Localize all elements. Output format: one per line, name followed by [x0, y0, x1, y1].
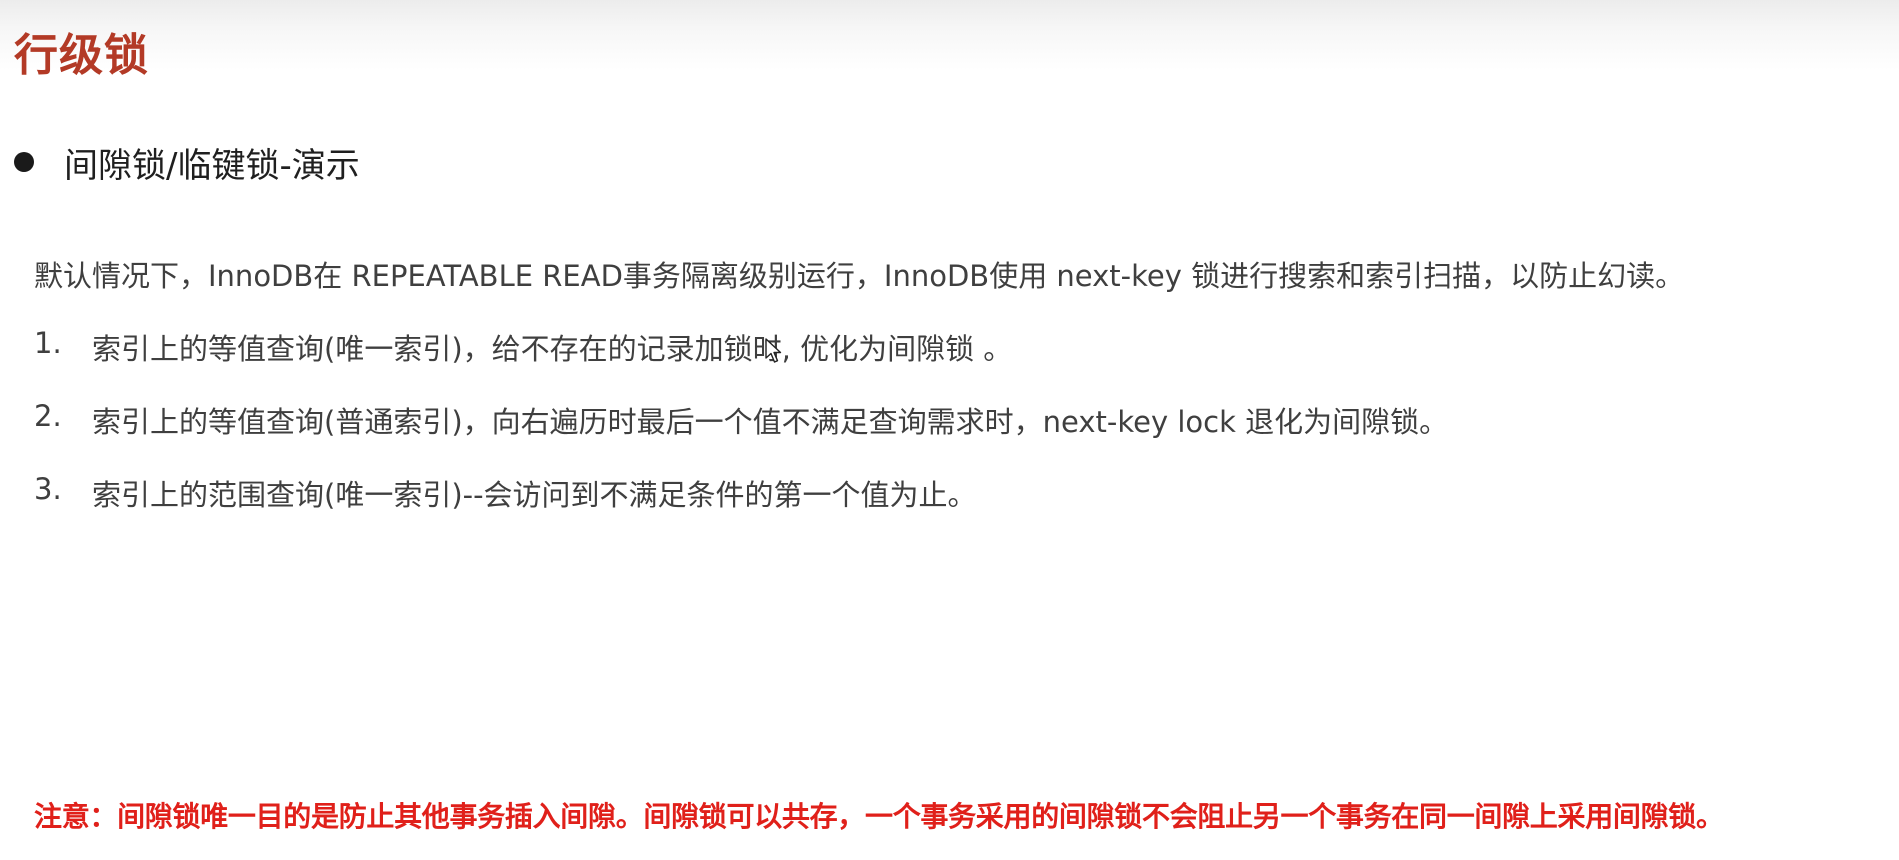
bullet-dot-icon: [14, 152, 34, 172]
subtitle-text: 间隙锁/临键锁-演示: [64, 145, 360, 186]
note-warning: 注意：间隙锁唯一目的是防止其他事务插入间隙。间隙锁可以共存，一个事务采用的间隙锁…: [34, 800, 1724, 833]
rule-item-1: 1. 索引上的等值查询(唯一索引)，给不存在的记录加锁时, 优化为间隙锁 。: [34, 326, 1012, 368]
slide-title: 行级锁: [14, 30, 149, 81]
rule-number: 2.: [34, 399, 62, 433]
rule-item-3: 3. 索引上的范围查询(唯一索引)--会访问到不满足条件的第一个值为止。: [34, 472, 977, 514]
slide-header-band: [0, 0, 1899, 70]
intro-paragraph: 默认情况下，InnoDB在 REPEATABLE READ事务隔离级别运行，In…: [34, 259, 1685, 293]
mouse-pointer-icon: [765, 338, 782, 363]
rule-text: 索引上的等值查询(普通索引)，向右遍历时最后一个值不满足查询需求时，next-k…: [92, 405, 1449, 439]
rule-number: 1.: [34, 326, 62, 360]
subtitle-row: 间隙锁/临键锁-演示: [14, 140, 360, 186]
rule-item-2: 2. 索引上的等值查询(普通索引)，向右遍历时最后一个值不满足查询需求时，nex…: [34, 399, 1448, 441]
rule-number: 3.: [34, 472, 62, 506]
rule-text: 索引上的等值查询(唯一索引)，给不存在的记录加锁时, 优化为间隙锁 。: [92, 332, 1013, 366]
rule-text: 索引上的范围查询(唯一索引)--会访问到不满足条件的第一个值为止。: [92, 478, 977, 512]
